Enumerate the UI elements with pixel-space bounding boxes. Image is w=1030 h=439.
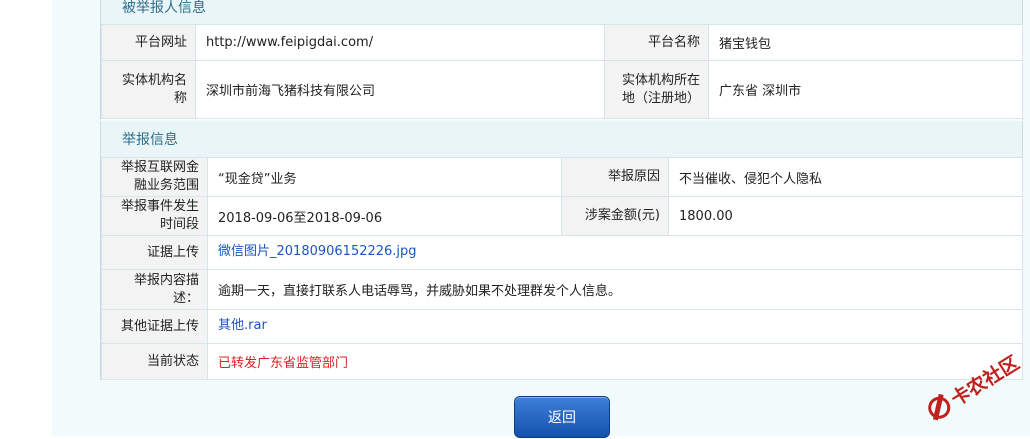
- time-value: 2018-09-06至2018-09-06: [207, 196, 562, 236]
- scope-label: 举报互联网金融业务范围: [101, 157, 208, 197]
- entity-name-value: 深圳市前海飞猪科技有限公司: [195, 60, 605, 119]
- status-value: 已转发广东省监管部门: [207, 343, 1023, 380]
- report-table: 举报互联网金融业务范围 “现金贷”业务 举报原因 不当催收、侵犯个人隐私 举报事…: [101, 157, 1023, 380]
- reported-section-header: 被举报人信息: [101, 0, 1022, 24]
- report-section-title: 举报信息: [122, 132, 178, 148]
- status-label: 当前状态: [101, 343, 208, 380]
- entity-name-label: 实体机构名称: [101, 60, 196, 119]
- scope-value: “现金贷”业务: [207, 157, 562, 197]
- platform-name-value: 猪宝钱包: [708, 24, 1023, 61]
- evidence-file-link[interactable]: 微信图片_20180906152226.jpg: [207, 235, 1023, 270]
- reported-table: 平台网址 http://www.feipigdai.com/ 平台名称 猪宝钱包…: [101, 24, 1023, 119]
- reason-label: 举报原因: [561, 157, 669, 197]
- entity-location-value: 广东省 深圳市: [708, 60, 1023, 119]
- platform-url-value: http://www.feipigdai.com/: [195, 24, 605, 61]
- reason-value: 不当催收、侵犯个人隐私: [668, 157, 1023, 197]
- description-value: 逾期一天，直接打联系人电话辱骂，并威胁如果不处理群发个人信息。: [207, 269, 1023, 310]
- reported-party-box: 被举报人信息 平台网址 http://www.feipigdai.com/ 平台…: [100, 0, 1023, 120]
- description-label: 举报内容描述：: [101, 269, 208, 310]
- report-section-header: 举报信息: [101, 121, 1022, 157]
- entity-location-label: 实体机构所在地（注册地）: [604, 60, 709, 119]
- other-evidence-file-link[interactable]: 其他.rar: [207, 309, 1023, 344]
- report-box: 举报信息 举报互联网金融业务范围 “现金贷”业务 举报原因 不当催收、侵犯个人隐…: [100, 121, 1023, 380]
- time-label: 举报事件发生时间段: [101, 196, 208, 236]
- amount-label: 涉案金额(元): [561, 196, 669, 236]
- back-button[interactable]: 返回: [514, 396, 610, 438]
- evidence-label: 证据上传: [101, 235, 208, 270]
- amount-value: 1800.00: [668, 196, 1023, 236]
- other-evidence-label: 其他证据上传: [101, 309, 208, 344]
- platform-name-label: 平台名称: [604, 24, 709, 61]
- reported-section-title: 被举报人信息: [122, 0, 206, 16]
- platform-url-label: 平台网址: [101, 24, 196, 61]
